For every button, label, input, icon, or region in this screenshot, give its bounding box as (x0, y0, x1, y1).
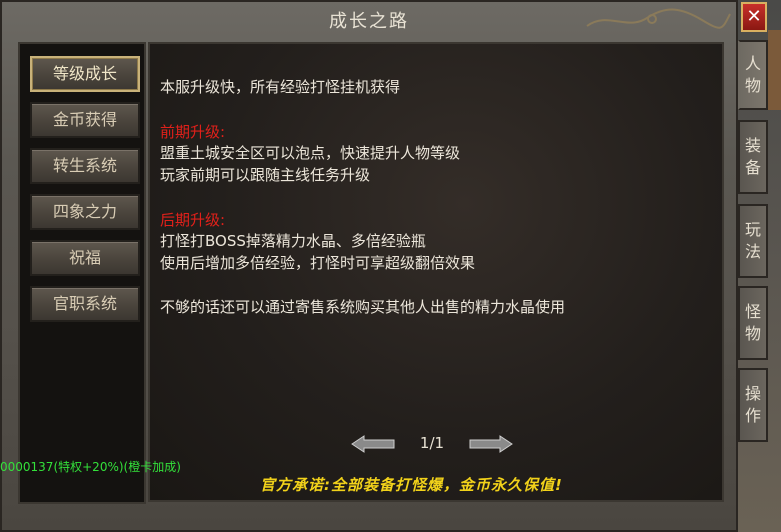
tab-monsters-char2: 物 (744, 324, 761, 343)
tab-equipment-char1: 装 (744, 136, 761, 155)
tab-equipment[interactable]: 装 备 (738, 120, 768, 194)
menu-rebirth[interactable]: 转生系统 (30, 148, 140, 184)
late-line-1: 打怪打BOSS掉落精力水晶、多倍经验瓶 (160, 232, 426, 250)
ornament-icon (586, 8, 731, 29)
tab-operation-char2: 作 (744, 406, 761, 425)
prev-page-icon[interactable] (350, 434, 396, 454)
tab-gameplay-char2: 法 (744, 242, 761, 261)
window-title: 成长之路 (329, 11, 409, 32)
growth-path-window: 成长之路 等级成长 金币获得 转生系统 四象之力 祝福 官职系统 本服升级快，所… (0, 0, 738, 532)
menu-level-growth[interactable]: 等级成长 (30, 56, 140, 92)
tab-gameplay[interactable]: 玩 法 (738, 204, 768, 278)
tab-operation[interactable]: 操 作 (738, 368, 768, 442)
official-promise: 官方承诺:全部装备打怪爆，金币永久保值! (260, 476, 563, 494)
next-page-icon[interactable] (468, 434, 514, 454)
note-text: 不够的话还可以通过寄售系统购买其他人出售的精力水晶使用 (160, 298, 566, 316)
background-edge (768, 30, 781, 110)
early-line-1: 盟重土城安全区可以泡点，快速提升人物等级 (160, 144, 461, 162)
page-indicator: 1/1 (419, 434, 445, 452)
category-menu: 等级成长 金币获得 转生系统 四象之力 祝福 官职系统 (18, 42, 146, 504)
early-line-2: 玩家前期可以跟随主线任务升级 (160, 166, 371, 184)
status-bonus-text: 0000137(特权+20%)(橙卡加成) (0, 460, 181, 474)
tab-character-char1: 人 (744, 54, 761, 73)
tab-equipment-char2: 备 (744, 158, 761, 177)
intro-text: 本服升级快，所有经验打怪挂机获得 (160, 78, 401, 96)
tab-character[interactable]: 人 物 (738, 40, 768, 110)
late-heading: 后期升级: (160, 211, 226, 229)
close-button[interactable]: ✕ (741, 2, 767, 32)
tab-monsters-char1: 怪 (744, 302, 761, 321)
tab-gameplay-char1: 玩 (744, 220, 761, 239)
content-panel: 本服升级快，所有经验打怪挂机获得 前期升级: 盟重土城安全区可以泡点，快速提升人… (148, 42, 724, 502)
late-line-2: 使用后增加多倍经验，打怪时可享超级翻倍效果 (160, 254, 476, 272)
menu-gold-gain[interactable]: 金币获得 (30, 102, 140, 138)
tab-monsters[interactable]: 怪 物 (738, 286, 768, 360)
tab-operation-char1: 操 (744, 384, 761, 403)
menu-four-symbols[interactable]: 四象之力 (30, 194, 140, 230)
tab-character-char2: 物 (744, 76, 761, 95)
early-heading: 前期升级: (160, 123, 226, 141)
menu-official-rank[interactable]: 官职系统 (30, 286, 140, 322)
menu-blessing[interactable]: 祝福 (30, 240, 140, 276)
